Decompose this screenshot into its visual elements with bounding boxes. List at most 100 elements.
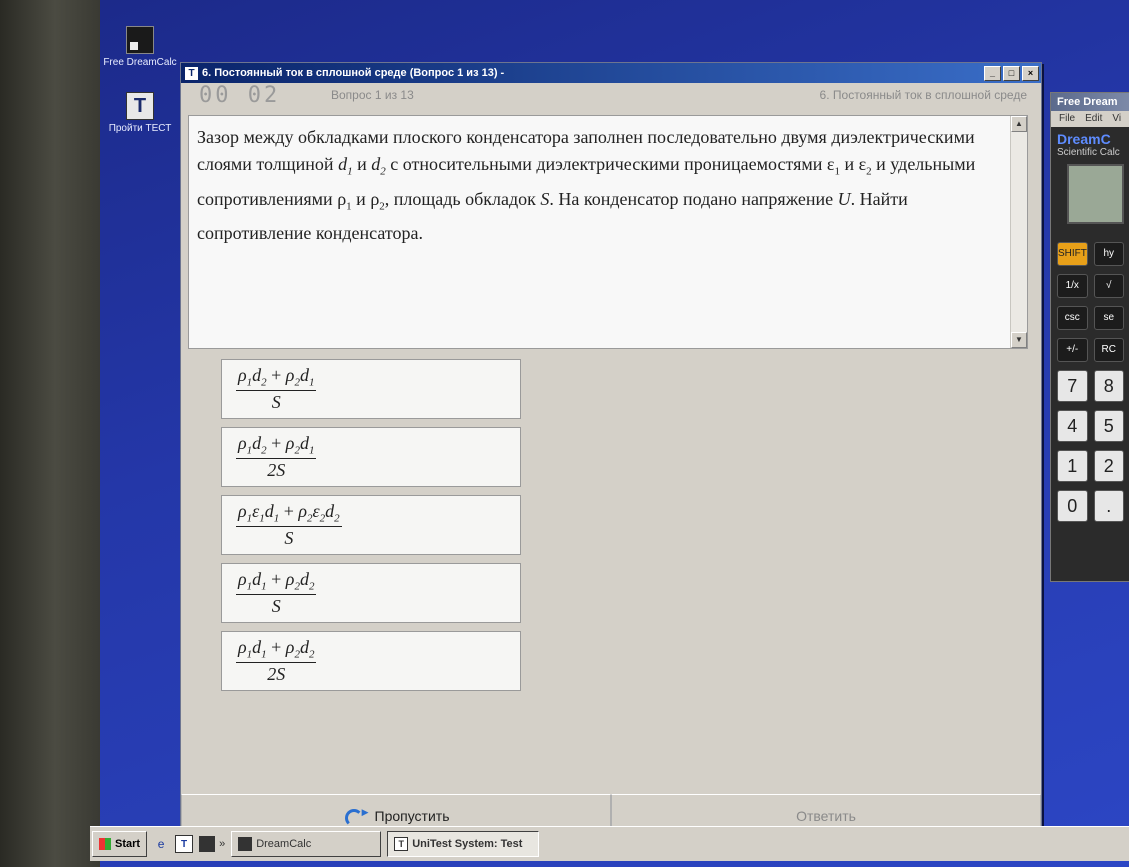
calculator-window: Free Dream File Edit Vi DreamC Scientifi… (1050, 92, 1129, 582)
question-text-run: U (837, 188, 851, 209)
calc-key[interactable]: 5 (1093, 410, 1124, 442)
taskbar-item-dreamcalc[interactable]: DreamCalc (231, 831, 382, 857)
calculator-keypad: SHIFT hy 1/x √ csc se +/- RC 7 8 4 5 1 2 0. (1057, 242, 1124, 522)
start-button[interactable]: Start (92, 831, 148, 857)
math-symbol: d1 (338, 154, 353, 178)
calculator-menu: File Edit Vi (1051, 111, 1129, 127)
desktop-icon-label: Пройти ТЕСТ (108, 123, 172, 134)
calc-key[interactable]: 1/x (1057, 274, 1088, 298)
calculator-titlebar[interactable]: Free Dream (1051, 93, 1129, 111)
answer-option-4[interactable]: ρ1d1 + ρ2d2 S (221, 563, 521, 623)
math-symbol: ρ2 (370, 188, 385, 213)
monitor-bezel (0, 0, 100, 867)
test-app-icon: T (185, 66, 198, 80)
desktop-icon-label: Free DreamCalc (103, 57, 177, 68)
answer-option-1[interactable]: ρ1d2 + ρ2d1 S (221, 359, 521, 419)
task-label: UniTest System: Test (412, 838, 523, 850)
answer-formula: ρ1d1 + ρ2d2 S (236, 569, 317, 618)
calculator-icon[interactable] (199, 836, 216, 852)
question-counter: Вопрос 1 из 13 (331, 88, 414, 102)
math-symbol: d2 (371, 154, 386, 178)
internet-explorer-icon[interactable]: e (153, 836, 169, 852)
taskbar: Start e T » DreamCalc T UniTest System: … (90, 826, 1129, 861)
calc-key[interactable]: RC (1093, 338, 1124, 362)
question-scrollbar[interactable]: ▲ ▼ (1010, 116, 1027, 348)
start-label: Start (115, 838, 141, 850)
answer-formula: ρ1ε1d1 + ρ2ε2d2 S (236, 501, 342, 550)
calc-key[interactable]: √ (1093, 274, 1124, 298)
topic-label: 6. Постоянный ток в сплошной среде (819, 88, 1027, 102)
formula-denominator: S (271, 392, 281, 413)
close-button[interactable]: × (1022, 65, 1039, 81)
calc-key[interactable]: 1 (1057, 450, 1088, 482)
formula-numerator: ρ1d1 + ρ2d2 (236, 569, 317, 596)
formula-numerator: ρ1d2 + ρ2d1 (236, 365, 317, 392)
question-text-run: и (839, 154, 859, 174)
math-symbol: ρ1 (337, 188, 352, 213)
info-bar: 00 02 Вопрос 1 из 13 6. Постоянный ток в… (181, 82, 1041, 108)
question-text-run: и (352, 154, 372, 174)
calculator-display (1067, 164, 1124, 224)
maximize-button[interactable]: □ (1003, 65, 1020, 81)
calc-key[interactable]: 0 (1057, 490, 1088, 522)
skip-label: Пропустить (374, 808, 450, 824)
formula-numerator: ρ1d2 + ρ2d1 (236, 433, 317, 460)
desktop-icon-test[interactable]: T Пройти ТЕСТ (100, 92, 180, 135)
answer-options: ρ1d2 + ρ2d1 Sρ1d2 + ρ2d1 2S ρ1ε1d1 + ρ2ε2d2… (221, 359, 521, 699)
skip-arrow-icon (343, 805, 369, 827)
window-title: 6. Постоянный ток в сплошной среде (Вопр… (202, 67, 505, 79)
calc-key[interactable]: SHIFT (1057, 242, 1088, 266)
minimize-button[interactable]: _ (984, 65, 1001, 81)
taskbar-item-unitest[interactable]: T UniTest System: Test (387, 831, 540, 857)
formula-denominator: S (284, 528, 294, 549)
calculator-icon (126, 26, 154, 54)
question-text: Зазор между обкладками плоского конденса… (189, 116, 1027, 247)
scroll-down-arrow-icon[interactable]: ▼ (1011, 332, 1027, 348)
question-text-run: . На конденсатор подано напряжение (549, 188, 838, 209)
answer-option-3[interactable]: ρ1ε1d1 + ρ2ε2d2 S (221, 495, 521, 555)
windows-logo-icon (99, 838, 111, 850)
calc-key[interactable]: 4 (1057, 410, 1088, 442)
calc-menu-edit[interactable]: Edit (1085, 111, 1102, 127)
desktop-icon-dreamcalc[interactable]: Free DreamCalc (100, 26, 180, 69)
answer-formula: ρ1d2 + ρ2d1 S (236, 365, 317, 414)
math-symbol: ε2 (858, 154, 872, 178)
calc-key[interactable]: 8 (1093, 370, 1124, 402)
test-app-icon: T (394, 837, 409, 851)
calc-menu-view[interactable]: Vi (1112, 111, 1121, 127)
math-symbol: ε1 (826, 154, 840, 178)
calc-key[interactable]: se (1093, 306, 1124, 330)
answer-formula: ρ1d2 + ρ2d1 2S (236, 433, 317, 482)
formula-denominator: S (271, 596, 281, 617)
calc-key[interactable]: csc (1057, 306, 1088, 330)
answer-option-2[interactable]: ρ1d2 + ρ2d1 2S (221, 427, 521, 487)
test-window: T 6. Постоянный ток в сплошной среде (Во… (180, 62, 1042, 839)
chevron-right-icon[interactable]: » (219, 838, 225, 850)
question-text-run: с относительными диэлектрическими прониц… (385, 154, 827, 174)
calc-key[interactable]: 7 (1057, 370, 1088, 402)
calc-menu-file[interactable]: File (1059, 111, 1075, 127)
task-label: DreamCalc (256, 838, 312, 850)
formula-denominator: 2S (267, 460, 286, 481)
question-text-run: и (351, 188, 371, 209)
window-titlebar[interactable]: T 6. Постоянный ток в сплошной среде (Во… (181, 63, 1041, 83)
calculator-icon (238, 837, 253, 851)
calc-key[interactable]: hy (1093, 242, 1124, 266)
calc-key[interactable]: 2 (1093, 450, 1124, 482)
formula-numerator: ρ1ε1d1 + ρ2ε2d2 (236, 501, 342, 528)
calculator-brand: DreamC (1057, 131, 1111, 147)
question-panel: Зазор между обкладками плоского конденса… (188, 115, 1028, 349)
test-app-icon[interactable]: T (175, 835, 194, 853)
formula-denominator: 2S (267, 664, 286, 685)
calc-key[interactable]: . (1093, 490, 1124, 522)
answer-formula: ρ1d1 + ρ2d2 2S (236, 637, 317, 686)
test-app-icon: T (126, 92, 154, 120)
calculator-model: Scientific Calc (1057, 147, 1120, 158)
answer-option-5[interactable]: ρ1d1 + ρ2d2 2S (221, 631, 521, 691)
answer-label: Ответить (796, 808, 856, 824)
question-text-run: , площадь обкладок (384, 188, 541, 209)
scroll-up-arrow-icon[interactable]: ▲ (1011, 116, 1027, 132)
calc-key[interactable]: +/- (1057, 338, 1088, 362)
formula-numerator: ρ1d1 + ρ2d2 (236, 637, 317, 664)
timer: 00 02 (199, 82, 281, 108)
